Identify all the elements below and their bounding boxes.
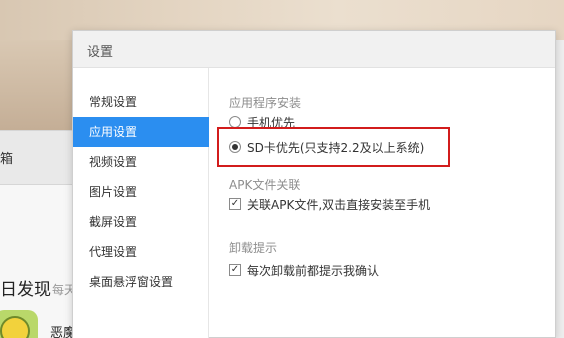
sidebar-item-floating-window[interactable]: 桌面悬浮窗设置: [73, 267, 209, 297]
sidebar-item-screenshot[interactable]: 截屏设置: [73, 207, 209, 237]
sidebar-item-image[interactable]: 图片设置: [73, 177, 209, 207]
apk-association-label: 关联APK文件,双击直接安装至手机: [247, 197, 431, 212]
dialog-title: 设置: [87, 45, 114, 60]
background-app-icon[interactable]: [0, 310, 38, 338]
apk-association-option[interactable]: ✓ 关联APK文件,双击直接安装至手机: [229, 195, 430, 213]
install-section-heading: 应用程序安装: [229, 96, 302, 110]
background-section-heading: 日发现: [0, 280, 51, 300]
sidebar-item-general[interactable]: 常规设置: [73, 87, 209, 117]
sd-first-radio[interactable]: [229, 141, 241, 153]
app-face-icon: [0, 316, 30, 338]
background-right-strip: [556, 40, 564, 338]
phone-first-label: 手机优先: [247, 115, 296, 130]
dialog-titlebar[interactable]: 设置: [73, 31, 555, 68]
uninstall-section-heading: 卸载提示: [229, 241, 278, 255]
apk-section-heading: APK文件关联: [229, 178, 301, 192]
settings-dialog: 设置 常规设置 应用设置 视频设置 图片设置 截屏设置 代理设置 桌面悬浮窗设置…: [72, 30, 556, 338]
background-photo: [0, 40, 72, 130]
background-tab-label: 箱: [0, 152, 14, 167]
uninstall-confirm-label: 每次卸载前都提示我确认: [247, 263, 380, 278]
sd-first-label: SD卡优先(只支持2.2及以上系统): [247, 140, 425, 155]
phone-first-radio[interactable]: [229, 116, 241, 128]
uninstall-confirm-option[interactable]: ✓ 每次卸载前都提示我确认: [229, 261, 379, 279]
apk-association-checkbox[interactable]: ✓: [229, 198, 241, 210]
sidebar-item-proxy[interactable]: 代理设置: [73, 237, 209, 267]
settings-content: 应用程序安装 手机优先 SD卡优先(只支持2.2及以上系统) APK文件关联 ✓…: [210, 68, 556, 338]
install-phone-first-option[interactable]: 手机优先: [229, 113, 295, 131]
uninstall-confirm-checkbox[interactable]: ✓: [229, 264, 241, 276]
install-sd-first-option[interactable]: SD卡优先(只支持2.2及以上系统): [229, 138, 424, 156]
sidebar-item-video[interactable]: 视频设置: [73, 147, 209, 177]
sidebar-item-apps[interactable]: 应用设置: [73, 117, 209, 147]
settings-sidebar: 常规设置 应用设置 视频设置 图片设置 截屏设置 代理设置 桌面悬浮窗设置: [73, 68, 209, 338]
